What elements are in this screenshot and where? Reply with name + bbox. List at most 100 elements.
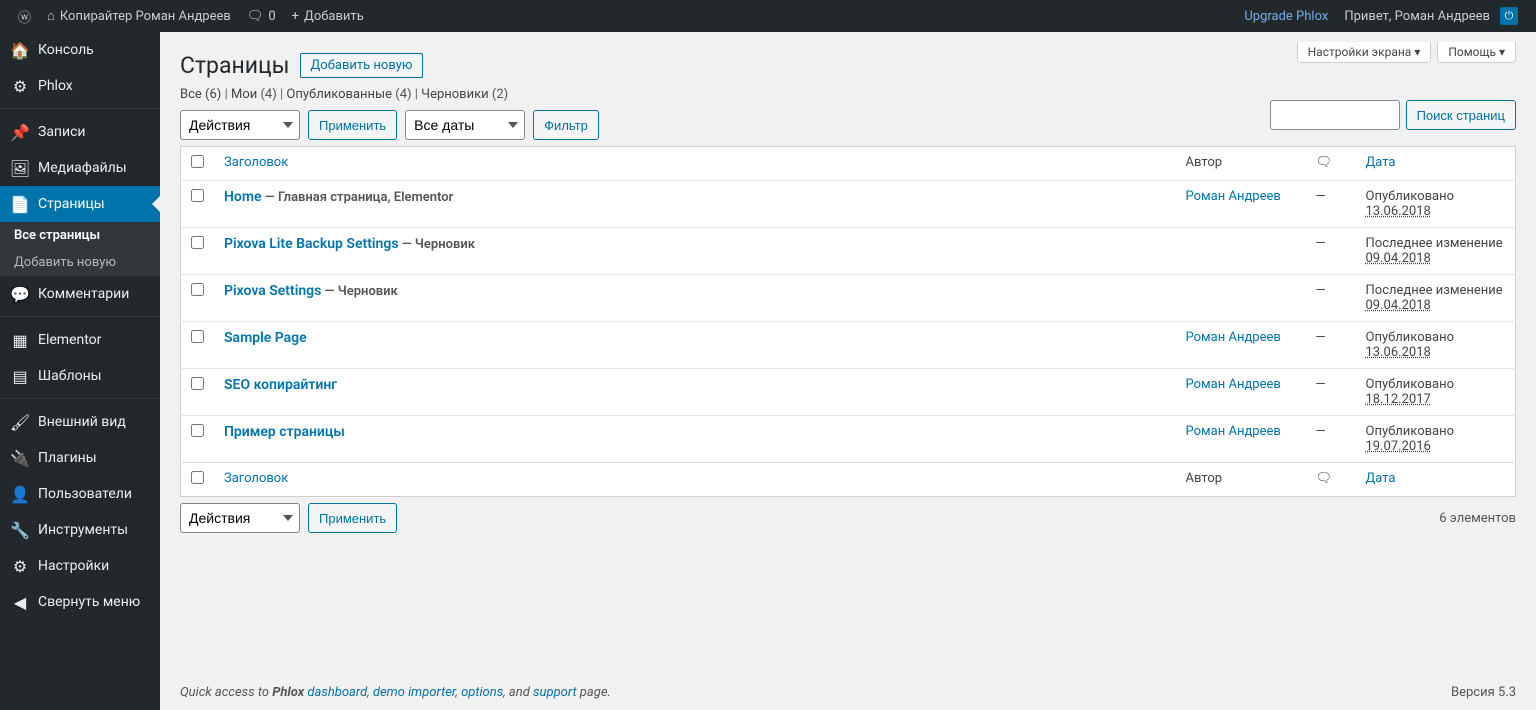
my-account[interactable]: Привет, Роман Андреев ⏻ bbox=[1336, 0, 1526, 32]
filter-all[interactable]: Все (6) bbox=[180, 87, 221, 102]
comments-cell: — bbox=[1306, 416, 1356, 463]
search-input[interactable] bbox=[1270, 100, 1400, 130]
column-title-header[interactable]: Заголовок bbox=[224, 155, 288, 170]
author-link[interactable]: Роман Андреев bbox=[1186, 377, 1281, 392]
row-checkbox[interactable] bbox=[191, 236, 204, 249]
comments-cell: — bbox=[1306, 228, 1356, 275]
date-value: 13.06.2018 bbox=[1366, 345, 1431, 360]
wp-logo[interactable]: ⓦ bbox=[10, 0, 39, 32]
comments-cell: — bbox=[1306, 275, 1356, 322]
date-value: 09.04.2018 bbox=[1366, 251, 1431, 266]
sidebar-item-5[interactable]: 💬Комментарии bbox=[0, 276, 160, 312]
sidebar-item-4[interactable]: 📄Страницы bbox=[0, 186, 160, 222]
page-title-link[interactable]: Пример страницы bbox=[224, 424, 345, 440]
comments-cell: — bbox=[1306, 369, 1356, 416]
footer-dashboard-link[interactable]: dashboard bbox=[307, 685, 367, 700]
upgrade-phlox[interactable]: Upgrade Phlox bbox=[1236, 0, 1336, 32]
page-title-link[interactable]: Home bbox=[224, 189, 262, 205]
comments-count: 0 bbox=[268, 9, 275, 24]
filter-mine[interactable]: Мои (4) bbox=[231, 87, 277, 102]
column-date-header[interactable]: Дата bbox=[1366, 155, 1396, 170]
date-filter-select[interactable]: Все даты bbox=[405, 110, 525, 140]
search-button[interactable]: Поиск страниц bbox=[1406, 100, 1516, 130]
power-icon: ⏻ bbox=[1500, 7, 1518, 25]
wordpress-icon: ⓦ bbox=[18, 7, 31, 26]
row-checkbox[interactable] bbox=[191, 283, 204, 296]
date-value: 19.07.2016 bbox=[1366, 439, 1431, 454]
help-label: Помощь bbox=[1448, 45, 1496, 59]
sidebar-item-12[interactable]: ⚙Настройки bbox=[0, 548, 160, 584]
author-link[interactable]: Роман Андреев bbox=[1186, 189, 1281, 204]
sidebar-item-8[interactable]: 🖌Внешний вид bbox=[0, 404, 160, 440]
row-checkbox[interactable] bbox=[191, 189, 204, 202]
screen-options-button[interactable]: Настройки экрана▾ bbox=[1297, 42, 1432, 63]
page-title-link[interactable]: Pixova Lite Backup Settings bbox=[224, 236, 399, 252]
table-row: Пример страницыРоман Андреев—Опубликован… bbox=[181, 416, 1516, 463]
sidebar-item-7[interactable]: ▤Шаблоны bbox=[0, 358, 160, 394]
item-count-bottom: 6 элементов bbox=[1439, 511, 1516, 526]
select-all-bottom[interactable] bbox=[191, 471, 204, 484]
submenu-all-pages[interactable]: Все страницы bbox=[0, 222, 160, 249]
menu-icon: 🖌 bbox=[10, 412, 30, 432]
footer-demo-link[interactable]: demo importer bbox=[373, 685, 456, 700]
column-title-footer[interactable]: Заголовок bbox=[224, 471, 288, 486]
main-content: Настройки экрана▾ Помощь▾ Страницы Добав… bbox=[160, 32, 1536, 710]
footer-support-link[interactable]: support bbox=[533, 685, 577, 700]
help-button[interactable]: Помощь▾ bbox=[1437, 42, 1516, 63]
sidebar-item-11[interactable]: 🔧Инструменты bbox=[0, 512, 160, 548]
sidebar-item-0[interactable]: 🏠Консоль bbox=[0, 32, 160, 68]
sidebar-item-1[interactable]: ⚙Phlox bbox=[0, 68, 160, 104]
date-value: 13.06.2018 bbox=[1366, 204, 1431, 219]
menu-icon: 📌 bbox=[10, 122, 30, 142]
filter-drafts[interactable]: Черновики (2) bbox=[421, 87, 508, 102]
add-new-page-button[interactable]: Добавить новую bbox=[300, 53, 424, 78]
select-all-top[interactable] bbox=[191, 155, 204, 168]
site-name[interactable]: ⌂Копирайтер Роман Андреев bbox=[39, 0, 239, 32]
apply-button-top[interactable]: Применить bbox=[308, 110, 397, 140]
row-checkbox[interactable] bbox=[191, 424, 204, 437]
add-new[interactable]: +Добавить bbox=[284, 0, 372, 32]
filter-button[interactable]: Фильтр bbox=[533, 110, 599, 140]
author-link[interactable]: Роман Андреев bbox=[1186, 330, 1281, 345]
column-date-footer[interactable]: Дата bbox=[1366, 471, 1396, 486]
sidebar-item-13[interactable]: ◀Свернуть меню bbox=[0, 584, 160, 620]
date-status: Последнее изменение bbox=[1366, 283, 1506, 298]
sidebar-item-10[interactable]: 👤Пользователи bbox=[0, 476, 160, 512]
sidebar-item-2[interactable]: 📌 Записи bbox=[0, 114, 160, 150]
menu-icon: 🏠 bbox=[10, 40, 30, 60]
menu-icon: ◀ bbox=[10, 592, 30, 612]
sidebar-item-3[interactable]: 🖼Медиафайлы bbox=[0, 150, 160, 186]
table-row: Home — Главная страница, Elementor Роман … bbox=[181, 181, 1516, 228]
footer-options-link[interactable]: options bbox=[461, 685, 503, 700]
date-status: Опубликовано bbox=[1366, 189, 1506, 204]
sidebar-item-6[interactable]: ▦Elementor bbox=[0, 322, 160, 358]
sidebar-item-9[interactable]: 🔌Плагины bbox=[0, 440, 160, 476]
bulk-action-select-bottom[interactable]: Действия bbox=[180, 503, 300, 533]
greeting-label: Привет, Роман Андреев bbox=[1344, 9, 1490, 24]
table-row: Pixova Settings — Черновик—Последнее изм… bbox=[181, 275, 1516, 322]
comments-cell: — bbox=[1306, 322, 1356, 369]
page-title-link[interactable]: Pixova Settings bbox=[224, 283, 321, 299]
row-checkbox[interactable] bbox=[191, 377, 204, 390]
page-title-link[interactable]: SEO копирайтинг bbox=[224, 377, 337, 393]
post-state: — Главная страница, Elementor bbox=[262, 190, 454, 205]
apply-button-bottom[interactable]: Применить bbox=[308, 503, 397, 533]
bulk-action-select-top[interactable]: Действия bbox=[180, 110, 300, 140]
comments-link[interactable]: 🗨0 bbox=[239, 0, 284, 32]
date-value: 09.04.2018 bbox=[1366, 298, 1431, 313]
menu-icon: ⚙ bbox=[10, 76, 30, 96]
page-title-link[interactable]: Sample Page bbox=[224, 330, 307, 346]
author-link[interactable]: Роман Андреев bbox=[1186, 424, 1281, 439]
menu-label: Записи bbox=[38, 124, 86, 140]
footer-prefix: Quick access to bbox=[180, 685, 272, 700]
date-status: Опубликовано bbox=[1366, 330, 1506, 345]
filter-published[interactable]: Опубликованные (4) bbox=[286, 87, 411, 102]
comment-icon: 🗨 bbox=[1316, 471, 1333, 486]
row-checkbox[interactable] bbox=[191, 330, 204, 343]
column-author-header: Автор bbox=[1176, 147, 1306, 181]
chevron-down-icon: ▾ bbox=[1414, 45, 1420, 59]
date-status: Последнее изменение bbox=[1366, 236, 1506, 251]
submenu-add-new[interactable]: Добавить новую bbox=[0, 249, 160, 276]
comments-cell: — bbox=[1306, 181, 1356, 228]
menu-icon: 🖼 bbox=[10, 158, 30, 178]
